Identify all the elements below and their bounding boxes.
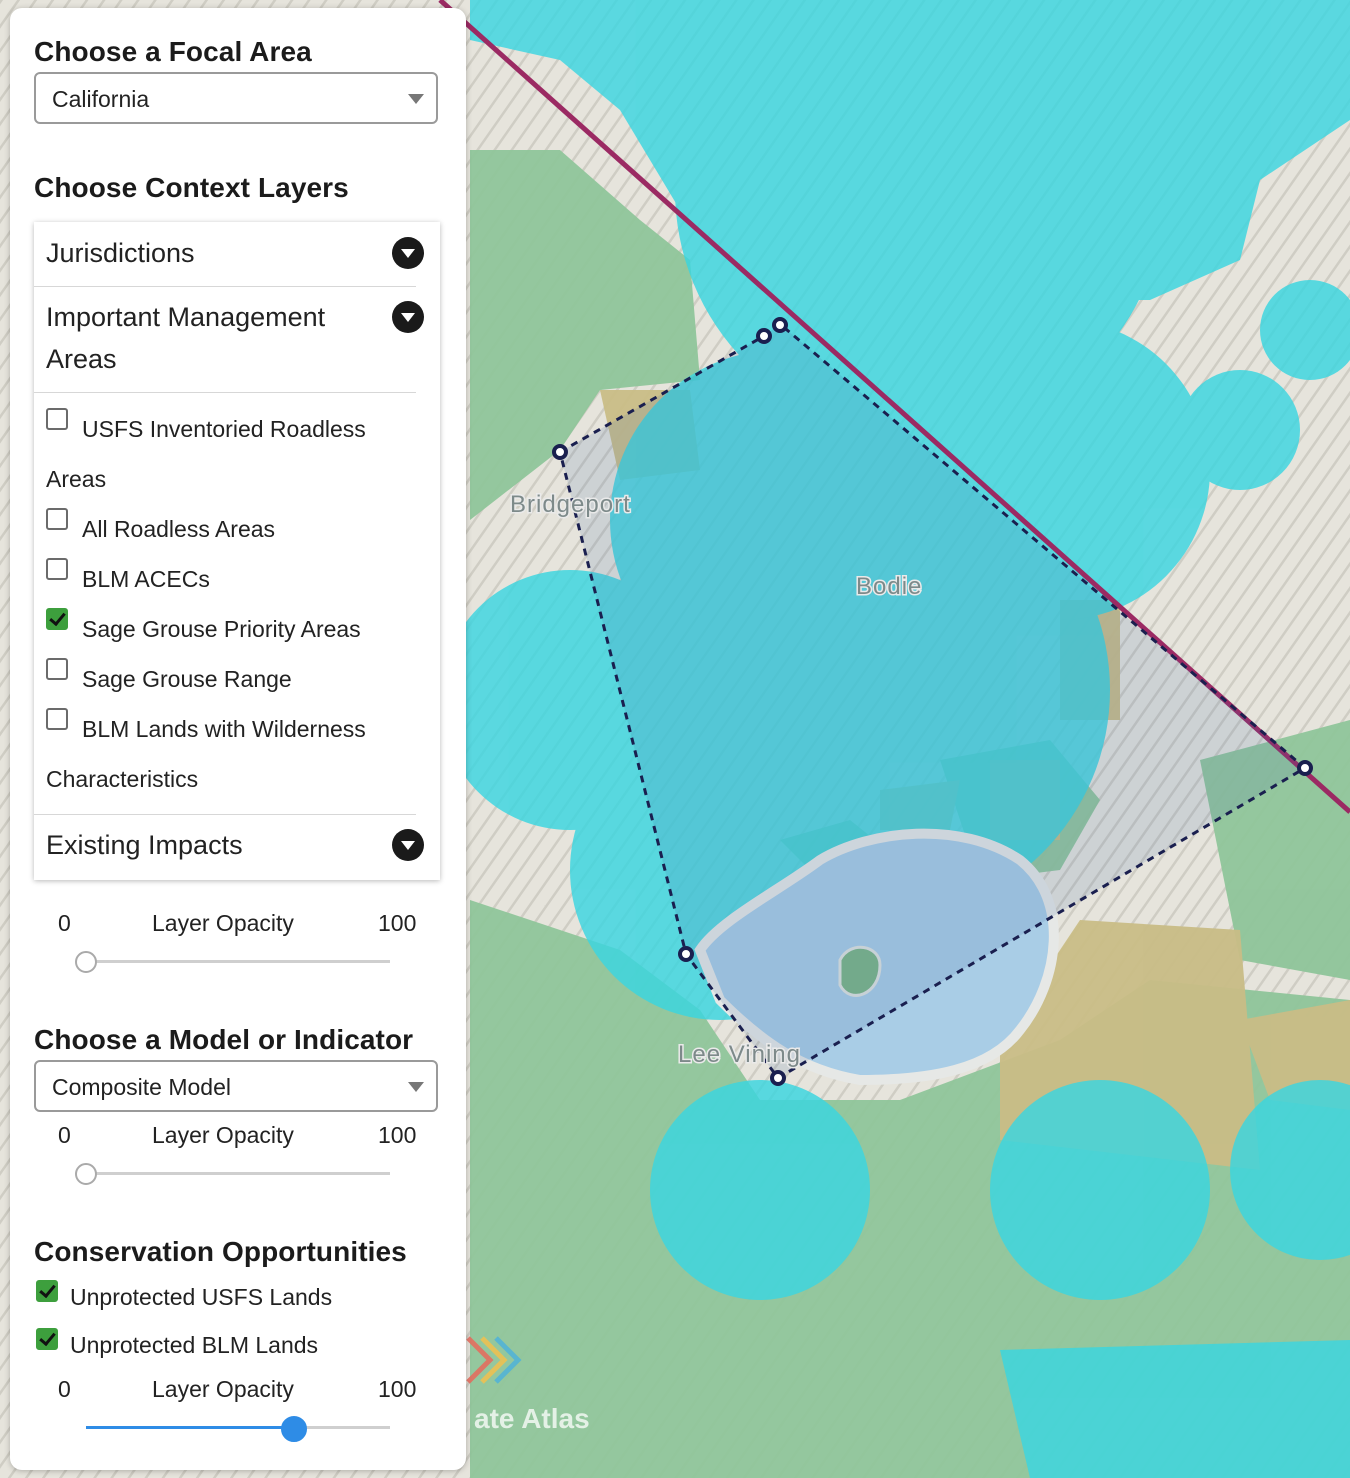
- expand-existing-impacts-icon[interactable]: [392, 829, 424, 861]
- accordion-existing-impacts[interactable]: Existing Impacts: [46, 824, 416, 866]
- option-sage-grouse-priority-label: Sage Grouse Priority Areas: [82, 616, 361, 642]
- accordion-label: Jurisdictions: [46, 238, 195, 268]
- control-panel: Choose a Focal Area California Choose Co…: [10, 8, 466, 1470]
- slider-track[interactable]: [86, 960, 390, 963]
- context-opacity-slider[interactable]: 0 Layer Opacity 100: [10, 906, 466, 973]
- opacity-min: 0: [58, 1122, 71, 1148]
- checkbox-sage-grouse-priority[interactable]: [46, 608, 68, 630]
- place-label-bridgeport: Bridgeport: [510, 491, 631, 518]
- opacity-label: Layer Opacity: [152, 1122, 294, 1148]
- focal-area-heading: Choose a Focal Area: [34, 36, 312, 67]
- focal-area-select[interactable]: California: [34, 72, 438, 124]
- divider: [34, 392, 416, 393]
- option-blm-wilderness-label: BLM Lands with Wilderness Characteristic…: [46, 716, 366, 792]
- checkbox-unprotected-usfs[interactable]: [36, 1280, 58, 1302]
- context-layers-heading: Choose Context Layers: [34, 172, 349, 203]
- accordion-management-areas[interactable]: Important Management Areas: [46, 296, 366, 380]
- chevron-down-icon: [408, 1082, 424, 1092]
- polygon-vertex[interactable]: [552, 444, 568, 460]
- opacity-max: 100: [378, 1376, 417, 1402]
- option-sage-grouse-range-label: Sage Grouse Range: [82, 666, 292, 692]
- opacity-min: 0: [58, 1376, 71, 1402]
- conservation-opacity-slider[interactable]: 0 Layer Opacity 100: [10, 1372, 466, 1442]
- opacity-min: 0: [58, 910, 71, 936]
- option-blm-acecs-label: BLM ACECs: [82, 566, 210, 592]
- chevron-down-icon: [408, 94, 424, 104]
- polygon-vertex[interactable]: [772, 317, 788, 333]
- model-select[interactable]: Composite Model: [34, 1060, 438, 1112]
- accordion-label: Important Management Areas: [46, 302, 326, 374]
- place-label-lee-vining: Lee Vining: [678, 1041, 801, 1068]
- expand-jurisdictions-icon[interactable]: [392, 237, 424, 269]
- model-heading: Choose a Model or Indicator: [34, 1024, 414, 1055]
- accordion-label: Existing Impacts: [46, 830, 243, 860]
- place-label-bodie: Bodie: [856, 573, 922, 600]
- opacity-label: Layer Opacity: [152, 910, 294, 936]
- polygon-vertex[interactable]: [756, 328, 772, 344]
- polygon-vertex[interactable]: [678, 946, 694, 962]
- accordion-jurisdictions[interactable]: Jurisdictions: [46, 232, 416, 274]
- model-value: Composite Model: [52, 1074, 231, 1100]
- opacity-max: 100: [378, 1122, 417, 1148]
- option-unprotected-blm-label: Unprotected BLM Lands: [70, 1332, 319, 1358]
- atlas-watermark: ate Atlas: [474, 1403, 590, 1434]
- slider-fill: [86, 1426, 292, 1429]
- divider: [34, 286, 416, 287]
- checkbox-unprotected-blm[interactable]: [36, 1328, 58, 1350]
- conservation-heading: Conservation Opportunities: [34, 1236, 407, 1267]
- divider: [34, 814, 416, 815]
- focal-area-value: California: [52, 86, 150, 112]
- polygon-vertex[interactable]: [1297, 760, 1313, 776]
- slider-track[interactable]: [86, 1172, 390, 1175]
- option-unprotected-usfs-label: Unprotected USFS Lands: [70, 1284, 333, 1310]
- expand-management-areas-icon[interactable]: [392, 301, 424, 333]
- slider-thumb[interactable]: [281, 1416, 307, 1442]
- polygon-vertex[interactable]: [770, 1070, 786, 1086]
- slider-thumb[interactable]: [75, 951, 97, 973]
- option-all-roadless-label: All Roadless Areas: [82, 516, 276, 542]
- opacity-max: 100: [378, 910, 417, 936]
- slider-thumb[interactable]: [75, 1163, 97, 1185]
- option-usfs-roadless-label: USFS Inventoried Roadless Areas: [46, 416, 366, 492]
- model-opacity-slider[interactable]: 0 Layer Opacity 100: [10, 1118, 466, 1185]
- context-layers-accordion: Jurisdictions Important Management Areas…: [34, 222, 440, 880]
- opacity-label: Layer Opacity: [152, 1376, 294, 1402]
- checkbox-blm-acecs[interactable]: [46, 558, 68, 580]
- checkbox-sage-grouse-range[interactable]: [46, 658, 68, 680]
- checkbox-all-roadless[interactable]: [46, 508, 68, 530]
